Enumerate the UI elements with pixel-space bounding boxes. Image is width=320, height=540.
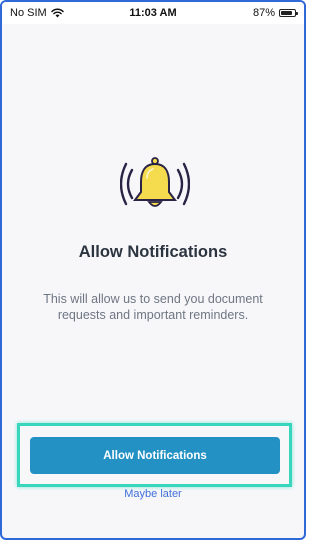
bell-ringing-icon [120,157,190,207]
page-title: Allow Notifications [78,243,228,261]
battery-icon [279,9,298,17]
battery-level-fill [281,11,293,15]
allow-notifications-button[interactable]: Allow Notifications [30,437,280,474]
battery-status: 87% [252,7,298,19]
permission-description: This will allow us to send you document … [43,292,263,322]
status-bar: No SIM 11:03 AM 87% [2,2,304,24]
app-screen: No SIM 11:03 AM 87% Allow Notifications … [0,0,306,540]
battery-percent: 87% [252,7,275,19]
maybe-later-link[interactable]: Maybe later [2,488,304,500]
